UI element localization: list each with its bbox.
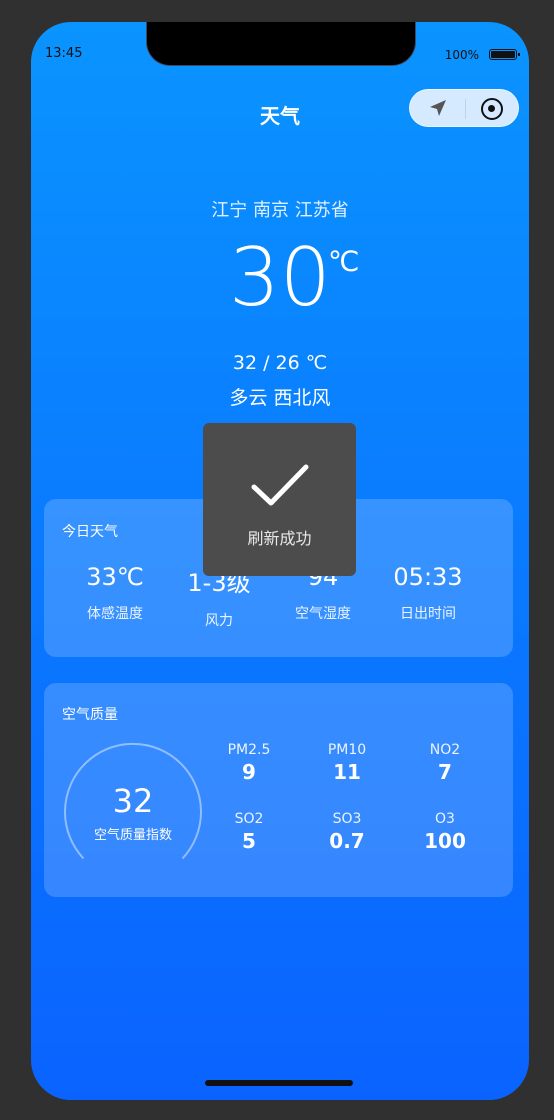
pollutant-so3: SO3 0.7	[297, 811, 397, 853]
aqi-label: 空气质量指数	[93, 828, 172, 843]
status-time: 13:45	[45, 46, 83, 61]
battery-icon	[489, 49, 520, 60]
pollutant-name: SO3	[332, 811, 362, 827]
today-item-label: 体感温度	[87, 606, 143, 622]
air-quality-card: 空气质量 32 空气质量指数 PM2.5 9 PM10 11 NO2 7 SO2…	[44, 683, 513, 897]
weather-description: 多云 西北风	[229, 387, 331, 409]
air-card-title: 空气质量	[62, 707, 118, 723]
pollutant-value: 100	[424, 829, 466, 853]
pollutant-name: O3	[435, 811, 455, 827]
checkmark-icon	[251, 464, 309, 506]
navigation-arrow-icon[interactable]	[428, 98, 448, 118]
temperature-range: 32 / 26 ℃	[232, 352, 328, 374]
pollutant-no2: NO2 7	[395, 742, 495, 784]
current-temperature: 30	[229, 231, 331, 324]
today-item-value: 33℃	[86, 563, 144, 591]
location-text: 江宁 南京 江苏省	[211, 200, 349, 221]
pollutant-value: 9	[242, 760, 256, 784]
capsule-divider	[465, 99, 466, 119]
notch	[146, 22, 416, 66]
phone-screen: 13:45 100% 天气 江宁 南京 江苏省 30 ℃ 32 / 26 ℃ 多…	[31, 22, 529, 1100]
toast-text: 刷新成功	[247, 529, 312, 548]
today-item-label: 空气湿度	[295, 606, 351, 622]
battery-percent: 100%	[444, 48, 479, 62]
temperature-unit: ℃	[328, 245, 360, 278]
pollutant-name: PM10	[327, 742, 367, 758]
refresh-toast: 刷新成功	[203, 423, 356, 576]
feels-like-item: 33℃ 体感温度	[65, 563, 165, 623]
home-indicator[interactable]	[205, 1080, 353, 1086]
pollutant-name: SO2	[234, 811, 264, 827]
pollutant-value: 7	[438, 760, 452, 784]
mini-program-capsule	[409, 89, 519, 127]
pollutant-pm25: PM2.5 9	[199, 742, 299, 784]
pollutant-o3: O3 100	[395, 811, 495, 853]
aqi-value: 32	[112, 782, 154, 820]
today-card-title: 今日天气	[62, 524, 118, 540]
pollutant-so2: SO2 5	[199, 811, 299, 853]
pollutant-value: 5	[242, 829, 256, 853]
pollutant-value: 0.7	[329, 829, 365, 853]
sunrise-item: 05:33 日出时间	[378, 563, 478, 623]
pollutant-pm10: PM10 11	[297, 742, 397, 784]
today-item-label: 日出时间	[400, 606, 456, 622]
pollutant-value: 11	[333, 760, 361, 784]
today-item-value: 05:33	[393, 563, 463, 591]
today-item-label: 风力	[205, 613, 233, 629]
pollutant-name: PM2.5	[227, 742, 271, 758]
pollutant-name: NO2	[429, 742, 461, 758]
target-icon[interactable]	[481, 98, 503, 120]
